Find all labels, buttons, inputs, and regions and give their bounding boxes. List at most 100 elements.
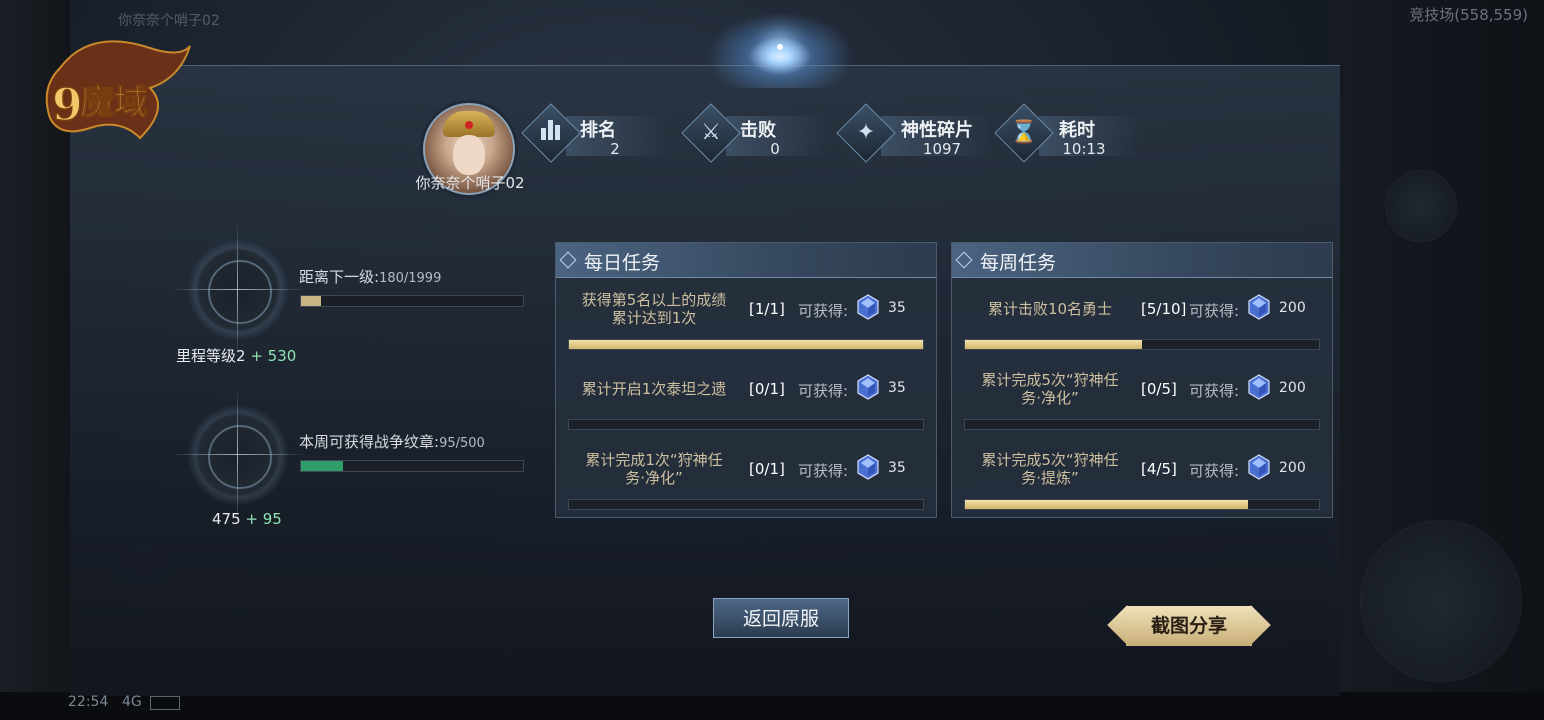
stat-defeated: ⚔ 击败 0 [681, 103, 826, 166]
stat-rank: 排名 2 [521, 103, 666, 166]
quest-progress-bar [568, 419, 924, 430]
quest-reward-label: 可获得: [1189, 382, 1240, 400]
quest-description: 累计完成5次“狩神任 务·净化” [960, 371, 1140, 407]
quest-row: 获得第5名以上的成绩 累计达到1次 [1/1] 可获得: 35 [556, 281, 936, 359]
daily-quest-panel: 每日任务 获得第5名以上的成绩 累计达到1次 [1/1] 可获得: 35 累计开启1次泰坦… [555, 242, 937, 518]
quest-desc-line: 务·提炼” [1021, 469, 1079, 487]
network-status: 4G [122, 694, 142, 710]
header-diamond-icon [955, 251, 973, 269]
mileage-level-emblem [170, 222, 306, 358]
quest-progress-count: [1/1] [749, 300, 785, 318]
quest-progress-fill [569, 340, 923, 349]
daily-quest-header: 每日任务 [556, 243, 936, 278]
quest-reward-amount: 200 [1279, 300, 1306, 316]
screenshot-share-button[interactable]: 截图分享 [1107, 605, 1271, 646]
stat-label: 排名 [580, 120, 616, 141]
battery-icon [150, 696, 180, 710]
mileage-progress-label: 距离下一级:180/1999 [299, 266, 441, 287]
quest-progress-fill [965, 500, 1249, 509]
quest-progress-bar [568, 499, 924, 510]
war-emblem-bonus: + 95 [245, 510, 282, 528]
war-emblem-summary: 475 + 95 [212, 510, 282, 528]
quest-progress-bar [568, 339, 924, 350]
weekly-quest-title: 每周任务 [980, 252, 1057, 274]
quest-description: 累计开启1次泰坦之遗 [564, 380, 744, 398]
war-emblem-progress-value: 95/500 [439, 436, 485, 451]
return-server-button[interactable]: 返回原服 [713, 598, 849, 638]
quest-row: 累计击败10名勇士 [5/10] 可获得: 200 [952, 281, 1332, 359]
war-emblem-medal [170, 387, 306, 523]
arena-label: 竞技场(558,559) [1409, 6, 1528, 24]
quest-reward-label: 可获得: [1189, 462, 1240, 480]
weekly-quest-header: 每周任务 [952, 243, 1332, 278]
stat-time: ⌛ 耗时 10:13 [994, 103, 1139, 166]
quest-desc-line: 累计开启1次泰坦之遗 [581, 380, 727, 398]
daily-quest-title: 每日任务 [584, 252, 661, 274]
player-name: 你奈奈个哨子02 [415, 174, 525, 192]
quest-desc-line: 累计击败10名勇士 [987, 300, 1113, 318]
stat-value: 1097 [922, 140, 962, 158]
mileage-level-bonus: + 530 [250, 347, 297, 365]
mileage-progress-caption: 距离下一级: [299, 268, 380, 286]
svg-text:9: 9 [52, 80, 83, 131]
mileage-progress-value: 180/1999 [379, 271, 442, 286]
quest-desc-line: 获得第5名以上的成绩 [581, 291, 727, 309]
quest-desc-line: 务·净化” [625, 469, 683, 487]
weekly-quest-panel: 每周任务 累计击败10名勇士 [5/10] 可获得: 200 累计完成5次“狩神任 务·净… [951, 242, 1333, 518]
quest-row: 累计完成5次“狩神任 务·净化” [0/5] 可获得: 200 [952, 361, 1332, 439]
quest-reward-label: 可获得: [1189, 302, 1240, 320]
svg-text:魔域: 魔域 [80, 83, 148, 123]
background-joystick [1360, 520, 1522, 682]
clock: 22:54 [68, 694, 109, 710]
quest-progress-bar [964, 339, 1320, 350]
mileage-level-summary: 里程等级2 + 530 [176, 345, 296, 366]
stat-label: 击败 [740, 120, 776, 141]
quest-progress-count: [0/1] [749, 380, 785, 398]
quest-row: 累计完成5次“狩神任 务·提炼” [4/5] 可获得: 200 [952, 441, 1332, 519]
quest-description: 获得第5名以上的成绩 累计达到1次 [564, 291, 744, 327]
crystal-reward-icon [1247, 374, 1271, 400]
quest-desc-line: 累计完成5次“狩神任 [981, 451, 1119, 469]
background-bottom-bar [0, 692, 1544, 720]
quest-progress-count: [4/5] [1141, 460, 1177, 478]
quest-reward-amount: 35 [888, 380, 906, 396]
quest-progress-count: [0/1] [749, 460, 785, 478]
stat-value: 0 [770, 140, 780, 158]
top-star-icon [777, 44, 783, 50]
quest-reward-amount: 35 [888, 460, 906, 476]
quest-desc-line: 累计完成5次“狩神任 [981, 371, 1119, 389]
quest-progress-count: [0/5] [1141, 380, 1177, 398]
quest-desc-line: 务·净化” [1021, 389, 1079, 407]
quest-description: 累计完成1次“狩神任 务·净化” [564, 451, 744, 487]
quest-desc-line: 累计完成1次“狩神任 [585, 451, 723, 469]
war-emblem-progress-caption: 本周可获得战争纹章: [299, 433, 440, 451]
war-emblem-total: 475 [212, 510, 241, 528]
bar-chart-icon [536, 116, 566, 150]
quest-row: 累计开启1次泰坦之遗 [0/1] 可获得: 35 [556, 361, 936, 439]
quest-row: 累计完成1次“狩神任 务·净化” [0/1] 可获得: 35 [556, 441, 936, 519]
crystal-reward-icon [856, 294, 880, 320]
game-logo: 9 魔域 [45, 40, 191, 140]
war-emblem-progress-bar [300, 460, 524, 472]
shard-icon: ✦ [856, 120, 876, 145]
mileage-progress-bar [300, 295, 524, 307]
crystal-reward-icon [1247, 454, 1271, 480]
quest-reward-label: 可获得: [798, 462, 849, 480]
stat-value: 10:13 [1062, 140, 1106, 158]
quest-reward-label: 可获得: [798, 382, 849, 400]
stat-label: 耗时 [1059, 120, 1095, 141]
background-player-name: 你奈奈个哨子02 [118, 13, 220, 29]
crystal-reward-icon [1247, 294, 1271, 320]
crossed-swords-icon: ⚔ [701, 120, 721, 145]
quest-progress-fill [965, 340, 1142, 349]
crystal-reward-icon [856, 454, 880, 480]
header-diamond-icon [559, 251, 577, 269]
quest-progress-count: [5/10] [1141, 300, 1187, 318]
quest-reward-label: 可获得: [798, 302, 849, 320]
quest-description: 累计完成5次“狩神任 务·提炼” [960, 451, 1140, 487]
quest-reward-amount: 35 [888, 300, 906, 316]
quest-reward-amount: 200 [1279, 380, 1306, 396]
war-emblem-progress-fill [301, 461, 344, 471]
hourglass-icon: ⌛ [1010, 120, 1038, 145]
stat-value: 2 [610, 140, 620, 158]
